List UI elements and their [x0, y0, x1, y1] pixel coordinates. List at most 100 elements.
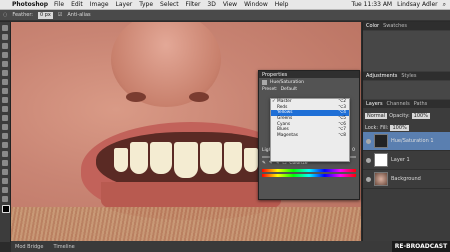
layer-name: Hue/Saturation 1 [391, 138, 434, 144]
menu-item-shortcut: ⌥8 [338, 133, 346, 139]
menu-edit[interactable]: Edit [71, 1, 83, 8]
properties-title: Properties [259, 71, 359, 78]
anti-alias-label: Anti-alias [67, 12, 91, 18]
tooth-image [114, 148, 128, 172]
feather-input[interactable]: 0 px [37, 11, 53, 19]
menu-type[interactable]: Type [139, 1, 153, 8]
crop-tool-icon[interactable] [2, 61, 8, 67]
layers-lock-row: Lock: Fill: 100% [363, 124, 450, 132]
pen-tool-icon[interactable] [2, 151, 8, 157]
nostril-left-image [126, 92, 146, 102]
lock-label: Lock: [365, 125, 379, 131]
menu-window[interactable]: Window [244, 1, 268, 8]
menu-item-magentas[interactable]: Magentas ⌥8 [271, 133, 349, 139]
menubar-right: Tue 11:33 AM Lindsay Adler ⌕ [351, 1, 450, 9]
layer-name: Layer 1 [391, 157, 410, 163]
brush-tool-icon[interactable] [2, 88, 8, 94]
hue-saturation-icon [262, 79, 267, 85]
preset-select[interactable]: Default [281, 87, 297, 92]
menu-file[interactable]: File [54, 1, 64, 8]
tab-mod-bridge[interactable]: Mod Bridge [15, 244, 43, 250]
layer-row[interactable]: Background [363, 170, 450, 189]
path-select-tool-icon[interactable] [2, 169, 8, 175]
opacity-input[interactable]: 100% [411, 113, 430, 119]
menu-select[interactable]: Select [160, 1, 179, 8]
anti-alias-checkbox[interactable]: ☑ [58, 12, 62, 18]
shape-tool-icon[interactable] [2, 178, 8, 184]
tab-timeline[interactable]: Timeline [53, 244, 74, 250]
beard-stubble-image [11, 207, 361, 241]
layer-name: Background [391, 176, 421, 182]
app-name[interactable]: Photoshop [12, 1, 48, 8]
layers-panel-tabs: Layers Channels Paths [363, 100, 450, 108]
user-name[interactable]: Lindsay Adler [397, 1, 438, 8]
tooth-image [244, 148, 258, 172]
tab-layers[interactable]: Layers [366, 101, 383, 107]
tab-styles[interactable]: Styles [401, 73, 416, 79]
marquee-tool-icon[interactable] [2, 34, 8, 40]
properties-subtitle: Hue/Saturation [270, 79, 304, 85]
hand-tool-icon[interactable] [2, 187, 8, 193]
lasso-tool-icon[interactable] [2, 43, 8, 49]
tooth-image [224, 142, 242, 174]
layer-row[interactable]: Hue/Saturation 1 [363, 132, 450, 151]
adjustments-panel-tabs: Adjustments Styles [363, 72, 450, 80]
eyedropper-icon[interactable]: ✎ [262, 161, 266, 166]
menu-help[interactable]: Help [275, 1, 289, 8]
lightness-value[interactable]: 0 [352, 148, 355, 153]
tooth-image [130, 142, 148, 174]
history-brush-tool-icon[interactable] [2, 106, 8, 112]
eyedropper-tool-icon[interactable] [2, 70, 8, 76]
healing-tool-icon[interactable] [2, 79, 8, 85]
eraser-tool-icon[interactable] [2, 115, 8, 121]
eye-icon[interactable] [366, 138, 371, 144]
tab-paths[interactable]: Paths [414, 101, 428, 107]
tooth-image [174, 142, 198, 178]
tab-adjustments[interactable]: Adjustments [366, 73, 397, 79]
adjustments-panel [363, 81, 450, 99]
nostril-right-image [189, 92, 209, 102]
blur-tool-icon[interactable] [2, 133, 8, 139]
adjustment-layer-icon [374, 134, 388, 148]
right-dock: Color Swatches Adjustments Styles Layers… [362, 22, 450, 241]
move-tool-icon[interactable] [2, 25, 8, 31]
eye-icon[interactable] [366, 157, 371, 163]
menu-item-master[interactable]: Master ⌥2 [271, 99, 349, 105]
tab-swatches[interactable]: Swatches [383, 23, 407, 29]
hue-spectrum-bar-adjusted [262, 174, 356, 177]
tooth-image [200, 142, 222, 174]
opacity-label: Opacity: [389, 113, 410, 119]
lasso-tool-icon[interactable]: ◌ [3, 12, 7, 18]
zoom-tool-icon[interactable] [2, 196, 8, 202]
options-bar: ◌ Feather: 0 px ☑ Anti-alias [0, 10, 450, 21]
color-panel [363, 31, 450, 71]
tab-color[interactable]: Color [366, 23, 379, 29]
properties-subtitle-row: Hue/Saturation [259, 78, 359, 86]
type-tool-icon[interactable] [2, 160, 8, 166]
dodge-tool-icon[interactable] [2, 142, 8, 148]
preset-label: Preset: [262, 87, 278, 92]
watermark: RE-BROADCAST [392, 241, 450, 252]
blend-mode-select[interactable]: Normal [365, 113, 388, 119]
layer-thumbnail [374, 153, 388, 167]
fill-input[interactable]: 100% [390, 125, 409, 131]
preset-row: Preset: Default [259, 86, 359, 93]
foreground-color-swatch[interactable] [2, 205, 10, 213]
channel-dropdown-menu: Master ⌥2 Reds ⌥3 Yellows ⌥4 Greens ⌥5 C… [270, 98, 350, 162]
layer-row[interactable]: Layer 1 [363, 151, 450, 170]
quick-select-tool-icon[interactable] [2, 52, 8, 58]
menu-layer[interactable]: Layer [116, 1, 133, 8]
menu-filter[interactable]: Filter [186, 1, 201, 8]
fill-label: Fill: [380, 125, 389, 131]
menu-view[interactable]: View [223, 1, 237, 8]
tooth-image [150, 142, 172, 174]
menu-image[interactable]: Image [90, 1, 109, 8]
search-icon[interactable]: ⌕ [443, 1, 446, 9]
gradient-tool-icon[interactable] [2, 124, 8, 130]
menu-3d[interactable]: 3D [207, 1, 215, 8]
tab-channels[interactable]: Channels [387, 101, 410, 107]
clone-tool-icon[interactable] [2, 97, 8, 103]
hue-spectrum-bar [262, 169, 356, 172]
feather-label: Feather: [12, 12, 33, 18]
eye-icon[interactable] [366, 176, 371, 182]
